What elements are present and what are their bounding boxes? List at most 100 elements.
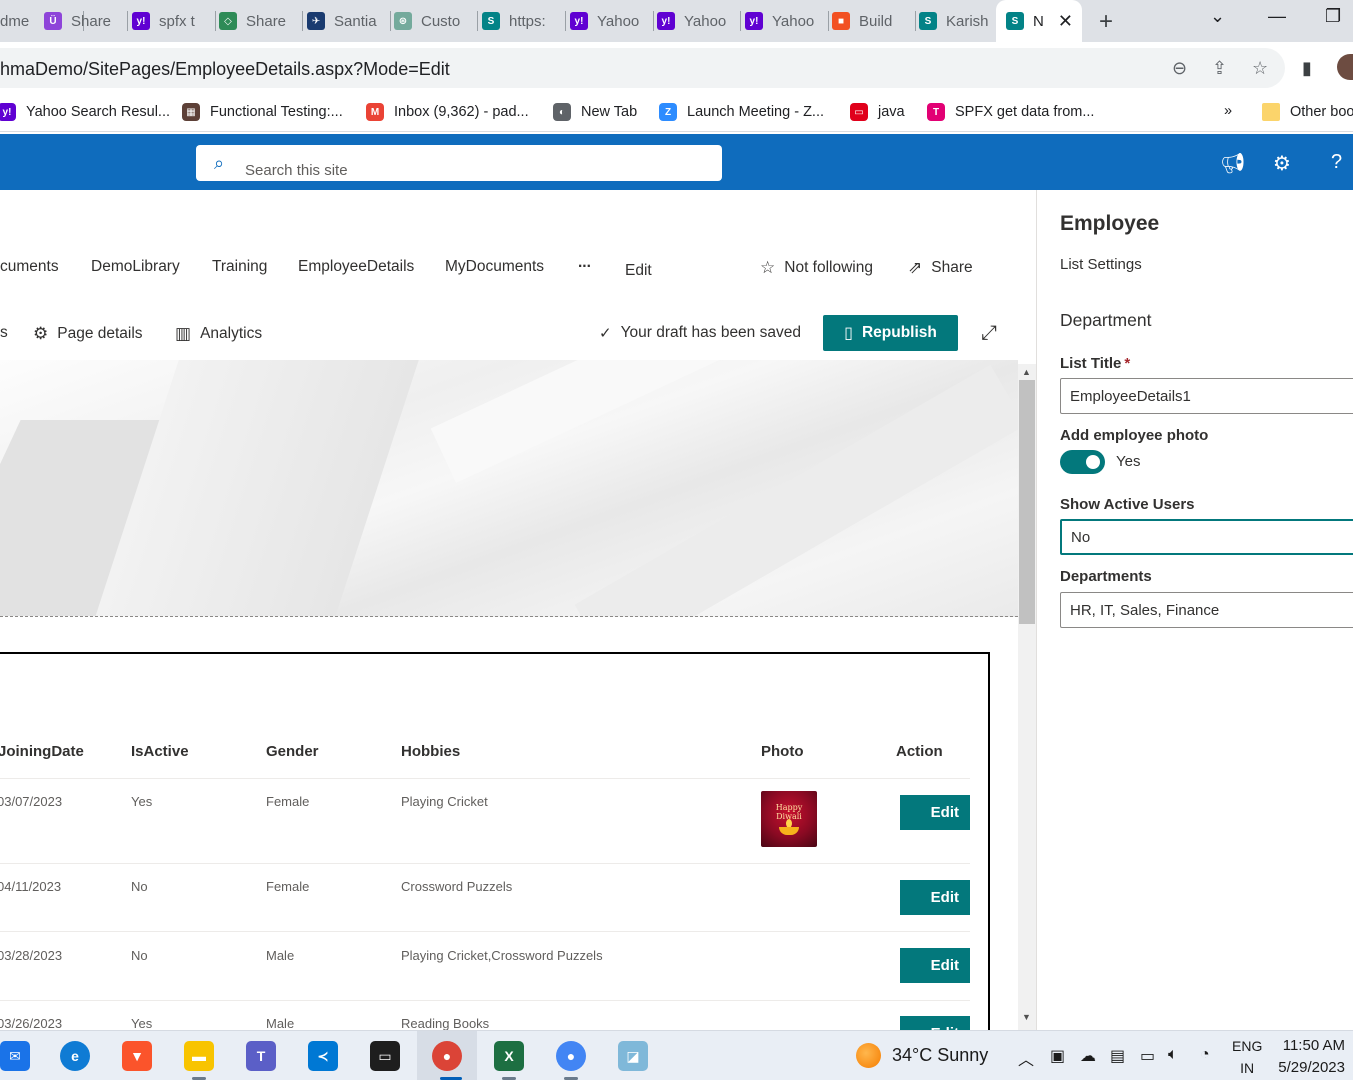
bookmark-item[interactable]: ▦ Functional Testing:... [182,103,343,121]
weather-widget[interactable]: 34°C Sunny [856,1043,988,1068]
edge-icon[interactable]: e [60,1041,90,1071]
new-tab-button[interactable]: + [1099,8,1113,36]
vscode-icon[interactable]: ≺ [308,1041,338,1071]
list-title-field[interactable]: EmployeeDetails1 [1060,378,1353,414]
bookmark-item[interactable]: Z Launch Meeting - Z... [659,103,824,121]
other-bookmarks[interactable]: Other boo [1262,103,1353,121]
input-language[interactable]: ENG IN [1232,1035,1262,1079]
edit-button[interactable]: Edit [900,948,970,983]
edit-button[interactable]: Edit [900,1016,970,1030]
nav-demolibrary[interactable]: DemoLibrary [91,258,180,276]
system-clock[interactable]: 11:50 AM 5/29/2023 [1278,1035,1345,1079]
scroll-down-icon[interactable]: ▼ [1022,1012,1031,1022]
meet-now-icon[interactable]: ▣ [1050,1046,1065,1066]
close-tab-icon[interactable]: ✕ [1058,11,1073,32]
active-users-field[interactable]: No [1060,519,1353,555]
follow-button[interactable]: ☆ Not following [760,258,873,278]
help-icon[interactable]: ? [1331,151,1342,174]
active-users-label: Show Active Users [1060,496,1195,513]
bookmark-item[interactable]: ▭ java [850,103,905,121]
tab-separator [740,11,741,31]
bookmark-item[interactable]: y! Yahoo Search Resul... [0,103,170,121]
tab[interactable]: ■ Build [832,8,908,34]
tab[interactable]: ✈ Santia [307,8,383,34]
command-fragment[interactable]: s [0,324,8,342]
zoom-icon[interactable]: ⊖ [1172,58,1187,79]
edit-button[interactable]: Edit [900,880,970,915]
edit-button[interactable]: Edit [900,795,970,830]
analytics-button[interactable]: ▥ Analytics [175,324,262,344]
tab[interactable]: Ü Share [44,8,120,34]
share-button[interactable]: ⇗ Share [908,258,973,278]
tab[interactable]: y! spfx t [132,8,208,34]
tab[interactable]: ⊛ Custo [394,8,470,34]
tab-label: Yahoo [597,12,640,30]
nav-more-button[interactable]: ... [578,254,591,272]
nav-mydocuments[interactable]: MyDocuments [445,258,544,276]
chrome-icon[interactable]: ● [556,1041,586,1071]
chrome-icon[interactable]: ● [432,1041,462,1071]
battery-icon[interactable]: ▭ [1140,1046,1155,1066]
draft-status-label: Your draft has been saved [620,324,801,341]
bookmarks-overflow-button[interactable]: » [1224,103,1232,119]
url-text[interactable]: hmaDemo/SitePages/EmployeeDetails.aspx?M… [0,59,450,80]
add-photo-toggle-label: Yes [1116,453,1141,470]
network-icon[interactable]: ▤ [1110,1046,1125,1066]
bookmark-star-icon[interactable]: ☆ [1252,58,1268,79]
excel-icon[interactable]: X [494,1041,524,1071]
nav-edit-link[interactable]: Edit [625,262,652,280]
tab[interactable]: ◇ Share [219,8,295,34]
chevron-up-icon[interactable]: ︿ [1018,1046,1034,1070]
cell-isactive: Yes [131,794,153,809]
minimize-icon[interactable]: — [1268,6,1286,27]
wifi-icon[interactable]: ◔ [1200,1046,1210,1064]
side-panel-icon[interactable]: ▮ [1302,58,1312,79]
site-search-box[interactable]: ⌕ Search this site [196,145,722,181]
address-bar[interactable]: hmaDemo/SitePages/EmployeeDetails.aspx?M… [0,48,1285,88]
mail-icon[interactable]: ✉ [0,1041,30,1071]
republish-button[interactable]: ▯ Republish [823,315,958,351]
departments-field[interactable]: HR, IT, Sales, Finance [1060,592,1353,628]
nav-employeedetails[interactable]: EmployeeDetails [298,258,414,276]
share-page-icon[interactable]: ⇪ [1212,58,1227,79]
expand-icon[interactable]: ⤢ [981,322,997,345]
restore-icon[interactable]: ❐ [1325,6,1341,27]
brave-icon[interactable]: ▼ [122,1041,152,1071]
tab[interactable]: y! Yahoo [745,8,821,34]
page-scrollbar[interactable]: ▲ ▼ [1018,364,1036,1030]
gear-icon[interactable]: ⚙ [1273,151,1291,176]
tab-active[interactable]: S N ✕ [996,0,1082,42]
scroll-up-icon[interactable]: ▲ [1022,367,1031,377]
profile-avatar[interactable] [1337,54,1353,80]
tab[interactable]: Shttps: [482,8,558,34]
tab-favicon-icon: y! [570,12,588,30]
add-photo-toggle[interactable] [1060,450,1105,474]
nav-documents[interactable]: cuments [0,258,59,276]
bookmark-item[interactable]: ◐ New Tab [553,103,637,121]
column-header-photo: Photo [761,743,804,760]
tab-favicon-icon: ■ [832,12,850,30]
bookmark-item[interactable]: M Inbox (9,362) - pad... [366,103,529,121]
bookmark-label: New Tab [581,104,638,120]
terminal-icon[interactable]: ▭ [370,1041,400,1071]
onedrive-icon[interactable]: ☁ [1080,1046,1096,1066]
bookmark-favicon-icon: M [366,103,384,121]
tab-search-icon[interactable]: ⌄ [1210,6,1225,27]
scrollbar-thumb[interactable] [1019,380,1035,624]
teams-icon[interactable]: T [246,1041,276,1071]
file-explorer-icon[interactable]: ▬ [184,1041,214,1071]
notepad-icon[interactable]: ◪ [618,1041,648,1071]
weather-temp: 34°C [892,1045,933,1065]
volume-icon[interactable]: 🔈︎ [1168,1046,1178,1064]
tab[interactable]: y! Yahoo [570,8,646,34]
nav-training[interactable]: Training [212,258,267,276]
hero-banner[interactable] [0,360,1018,617]
pane-group-header[interactable]: Department [1060,310,1151,331]
page-details-button[interactable]: ⚙ Page details [33,324,143,344]
tab[interactable]: S Karish [919,8,995,34]
tab-separator [390,11,391,31]
tab[interactable]: y! Yahoo [657,8,733,34]
bookmark-item[interactable]: T SPFX get data from... [927,103,1094,121]
tab-label: Yahoo [684,12,727,30]
megaphone-icon[interactable]: 📢︎ [1220,151,1245,176]
